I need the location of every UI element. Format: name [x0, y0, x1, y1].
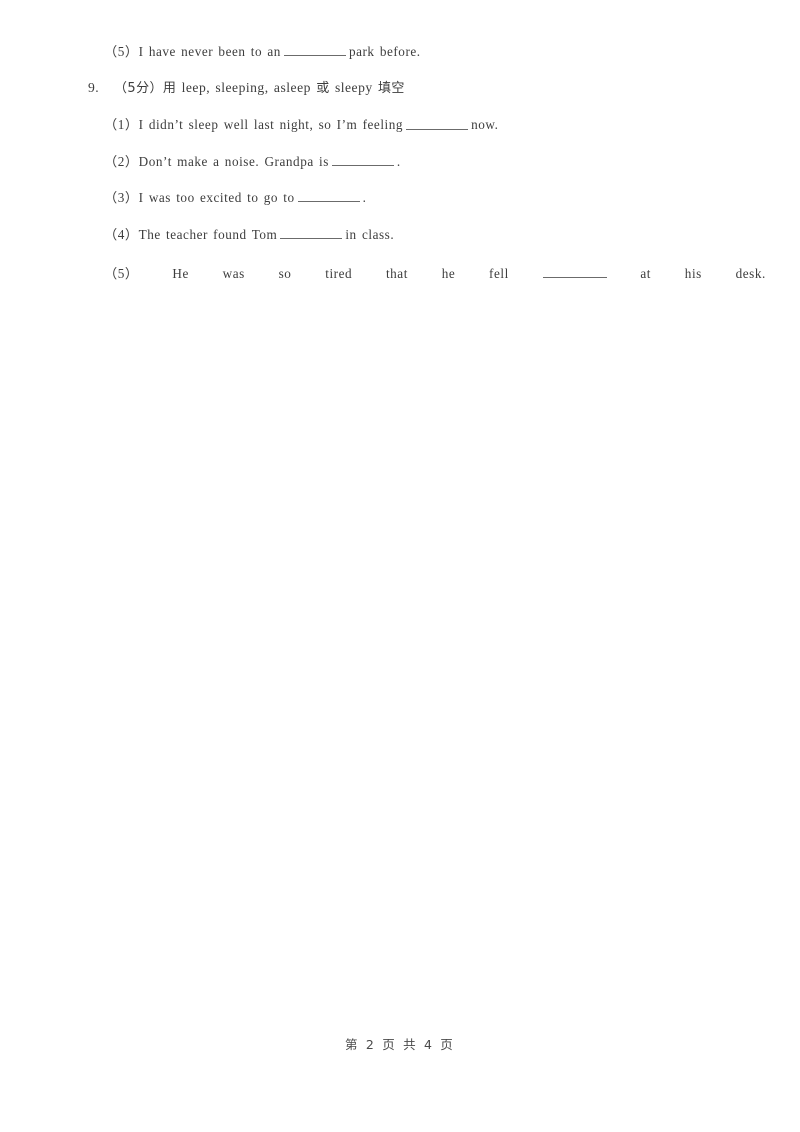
item-label: （1） [104, 117, 139, 133]
fill-in-blank[interactable] [406, 117, 469, 130]
fill-in-blank[interactable] [283, 44, 346, 57]
item-token: he [441, 266, 456, 282]
item-token: He [172, 266, 189, 282]
carryover-item-label: （5） [104, 44, 139, 60]
item-token: tired [325, 266, 353, 282]
fill-in-blank[interactable] [297, 190, 360, 203]
item-token: that [385, 266, 408, 282]
question-action-zh: 填空 [377, 81, 405, 97]
question-instruction-zh: 用 [162, 81, 177, 97]
item-text-after: . [396, 154, 401, 170]
question-word-bank-2: sleepy [334, 80, 373, 96]
item-label: （2） [104, 154, 139, 170]
question-item-1: （1）I didn’t sleep well last night, so I’… [104, 117, 752, 133]
item-token: at [640, 266, 652, 282]
item-token: so [278, 266, 292, 282]
item-text-before: Don’t make a noise. Grandpa is [138, 154, 329, 170]
question-item-3: （3）I was too excited to go to. [104, 190, 752, 204]
item-label: （5） [104, 266, 139, 282]
item-text-before: I didn’t sleep well last night, so I’m f… [138, 117, 404, 133]
question-item-2: （2）Don’t make a noise. Grandpa is. [104, 154, 752, 168]
fill-in-blank[interactable] [280, 227, 343, 239]
page-footer: 第 2 页 共 4 页 [0, 1034, 800, 1053]
page-footer-text: 第 2 页 共 4 页 [345, 1037, 455, 1052]
item-text-before: The teacher found Tom [138, 226, 278, 242]
question-number: 9. [88, 80, 100, 96]
item-token: his [684, 266, 702, 282]
fill-in-blank[interactable] [331, 154, 394, 167]
question-item-4: （4）The teacher found Tom in class. [104, 227, 752, 241]
item-text-after: in class. [345, 226, 395, 242]
item-text-after: now. [471, 117, 499, 133]
carryover-item-5: （5）I have never been to an park before. [104, 44, 752, 58]
question-conjunction-zh: 或 [316, 81, 330, 97]
item-text-before: I was too excited to go to [138, 190, 295, 206]
question-heading: 9. （5分）用 leep, sleeping, asleep 或 sleepy … [88, 81, 752, 95]
item-token: fell [489, 266, 509, 282]
question-score-note: （5分） [114, 81, 163, 97]
document-page: （5）I have never been to an park before. 9… [0, 0, 800, 1132]
item-label: （3） [104, 190, 139, 206]
question-item-5: （5） He was so tired that he fell at his … [104, 263, 766, 282]
document-content: （5）I have never been to an park before. 9… [88, 44, 765, 282]
item-text-after: . [362, 190, 367, 206]
carryover-item-text-after: park before. [348, 44, 421, 60]
carryover-item-text-before: I have never been to an [138, 44, 281, 60]
fill-in-blank[interactable] [542, 266, 607, 279]
item-token: desk. [735, 266, 766, 282]
question-word-bank: leep, sleeping, asleep [181, 80, 311, 96]
item-token: was [222, 266, 245, 282]
item-label: （4） [104, 226, 139, 242]
